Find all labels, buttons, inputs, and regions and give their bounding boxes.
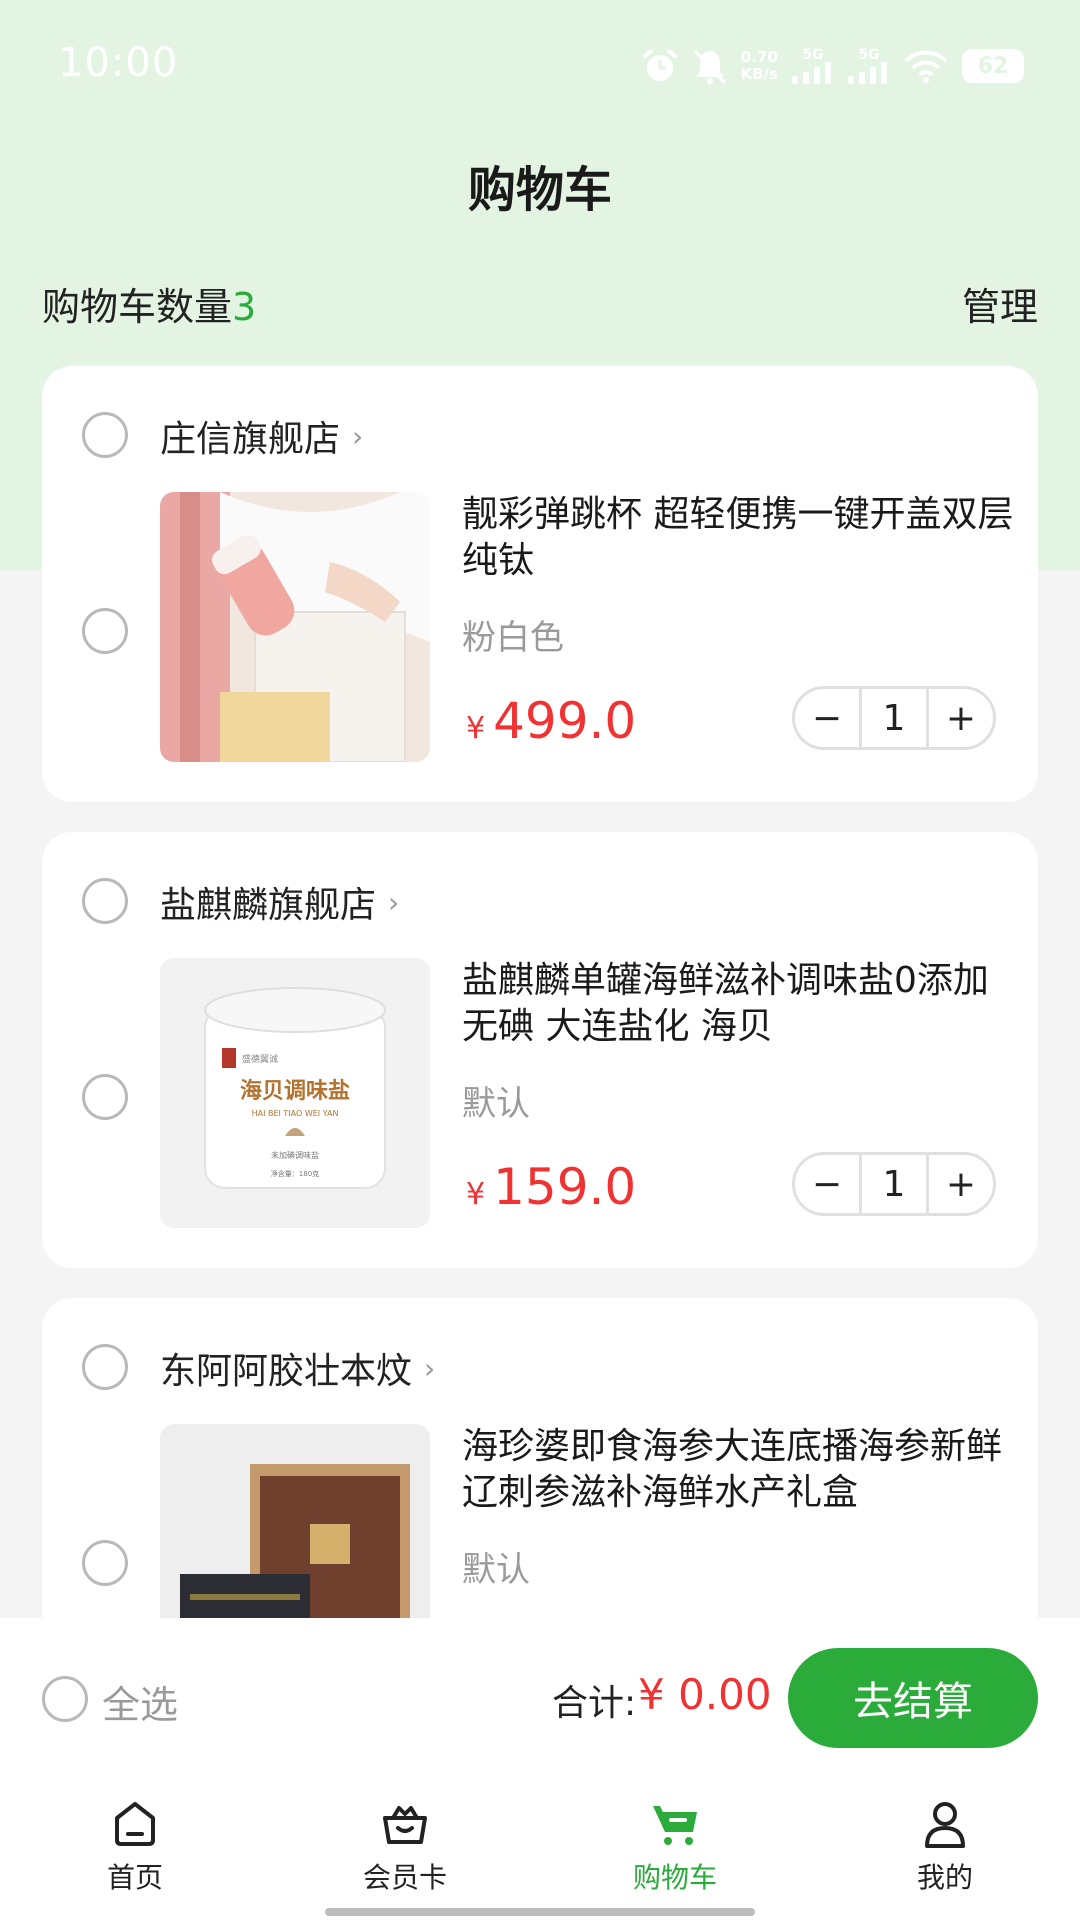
signal-bars-icon	[848, 62, 887, 84]
tab-cart[interactable]: 购物车	[540, 1778, 810, 1920]
image-sub-text: 未加碘调味盐	[271, 1150, 319, 1160]
status-time: 10:00	[58, 40, 179, 86]
store-card: 东阿阿胶壮本炆 › 海珍婆即食海参大连底播海参新鲜辽刺参滋补海鲜水产礼盒 默认	[42, 1298, 1038, 1694]
manage-button[interactable]: 管理	[962, 276, 1038, 331]
decrement-button[interactable]: −	[795, 689, 859, 747]
item-select-checkbox[interactable]	[82, 1540, 128, 1586]
quantity-stepper: − 1 +	[792, 686, 996, 750]
total-amount: ¥ 0.00	[638, 1670, 772, 1719]
product-spec: 粉白色	[462, 618, 564, 658]
signal-1-label: 5G	[802, 47, 824, 63]
product-title[interactable]: 靓彩弹跳杯 超轻便携一键开盖双层纯钛	[462, 492, 1022, 584]
status-icons: 0.70 KB/s 5G 5G 62	[641, 44, 1024, 88]
home-icon	[115, 1802, 155, 1846]
product-title[interactable]: 盐麒麟单罐海鲜滋补调味盐0添加无碘 大连盐化 海贝	[462, 958, 1022, 1050]
signal-2-label: 5G	[858, 47, 880, 63]
product-price: ¥159.0	[466, 1158, 636, 1216]
network-speed: 0.70 KB/s	[741, 49, 778, 83]
signal-1: 5G	[792, 48, 834, 84]
battery-indicator: 62	[962, 49, 1024, 83]
store-name-link[interactable]: 盐麒麟旗舰店 ›	[160, 876, 399, 928]
price-amount: 159.0	[493, 1158, 637, 1216]
chevron-right-icon: ›	[352, 419, 364, 453]
alarm-icon	[641, 47, 679, 85]
image-pinyin-text: HAI BEI TIAO WEI YAN	[252, 1109, 339, 1118]
net-speed-value: 0.70	[740, 48, 778, 66]
crown-basket-icon	[383, 1806, 427, 1844]
item-select-checkbox[interactable]	[82, 1074, 128, 1120]
quantity-value[interactable]: 1	[859, 1155, 929, 1213]
image-net-text: 净含量：180克	[271, 1169, 319, 1178]
bottom-tab-bar: 首页 会员卡 购物车 我的	[0, 1778, 1080, 1920]
quantity-stepper: − 1 +	[792, 1152, 996, 1216]
signal-2: 5G	[848, 48, 890, 84]
store-name-link[interactable]: 庄信旗舰店 ›	[160, 410, 363, 462]
product-price: ¥499.0	[466, 692, 636, 750]
product-image[interactable]: 盛德翼诚 海贝调味盐 HAI BEI TIAO WEI YAN 未加碘调味盐 净…	[160, 958, 430, 1228]
page-title: 购物车	[467, 162, 612, 218]
product-spec: 默认	[462, 1550, 530, 1590]
tab-member-card-label: 会员卡	[362, 1861, 447, 1894]
store-name: 东阿阿胶壮本炆	[160, 1351, 413, 1392]
tab-member-card[interactable]: 会员卡	[270, 1778, 540, 1920]
tab-home-label: 首页	[106, 1861, 163, 1894]
checkout-button[interactable]: 去结算	[788, 1648, 1038, 1748]
signal-bars-icon	[792, 62, 831, 84]
store-select-checkbox[interactable]	[82, 878, 128, 924]
price-currency: ¥	[466, 711, 486, 746]
cart-count-label: 购物车数量	[42, 285, 233, 329]
home-indicator[interactable]	[325, 1908, 755, 1916]
select-all-label[interactable]: 全选	[102, 1674, 178, 1729]
image-brand-text: 盛德翼诚	[242, 1053, 278, 1065]
increment-button[interactable]: +	[929, 689, 993, 747]
increment-button[interactable]: +	[929, 1155, 993, 1213]
select-all-checkbox[interactable]	[42, 1676, 88, 1722]
product-spec: 默认	[462, 1084, 530, 1124]
tab-profile-label: 我的	[916, 1861, 973, 1894]
store-name-link[interactable]: 东阿阿胶壮本炆 ›	[160, 1342, 435, 1394]
net-speed-unit: KB/s	[740, 65, 778, 83]
tab-profile[interactable]: 我的	[810, 1778, 1080, 1920]
person-icon	[925, 1802, 965, 1848]
chevron-right-icon: ›	[424, 1351, 436, 1385]
store-name: 庄信旗舰店	[160, 419, 341, 460]
total-label: 合计:	[552, 1683, 637, 1724]
store-select-checkbox[interactable]	[82, 1344, 128, 1390]
price-currency: ¥	[466, 1177, 486, 1212]
item-select-checkbox[interactable]	[82, 608, 128, 654]
image-name-text: 海贝调味盐	[240, 1078, 350, 1104]
store-name: 盐麒麟旗舰店	[160, 885, 377, 926]
cart-count-value: 3	[232, 285, 257, 329]
mute-bell-icon	[693, 47, 727, 85]
product-image[interactable]	[160, 492, 430, 762]
store-card: 盐麒麟旗舰店 › 盛德翼诚 海贝调味盐 HAI BEI TIAO WEI YAN…	[42, 832, 1038, 1268]
tab-cart-label: 购物车	[632, 1861, 717, 1894]
checkout-bar: 全选 合计: ¥ 0.00 去结算	[0, 1618, 1080, 1778]
decrement-button[interactable]: −	[795, 1155, 859, 1213]
product-title[interactable]: 海珍婆即食海参大连底播海参新鲜辽刺参滋补海鲜水产礼盒	[462, 1424, 1022, 1516]
status-bar: 10:00 0.70 KB/s 5G 5G 62	[0, 0, 1080, 130]
cart-count: 购物车数量3	[42, 276, 256, 331]
store-card: 庄信旗舰店 › 靓彩弹跳杯 超轻便携一键开盖双层纯钛 粉白色 ¥499.0 − …	[42, 366, 1038, 802]
quantity-value[interactable]: 1	[859, 689, 929, 747]
price-amount: 499.0	[493, 692, 637, 750]
wifi-icon	[904, 49, 948, 83]
cart-icon	[653, 1806, 697, 1845]
chevron-right-icon: ›	[388, 885, 400, 919]
store-select-checkbox[interactable]	[82, 412, 128, 458]
tab-home[interactable]: 首页	[0, 1778, 270, 1920]
